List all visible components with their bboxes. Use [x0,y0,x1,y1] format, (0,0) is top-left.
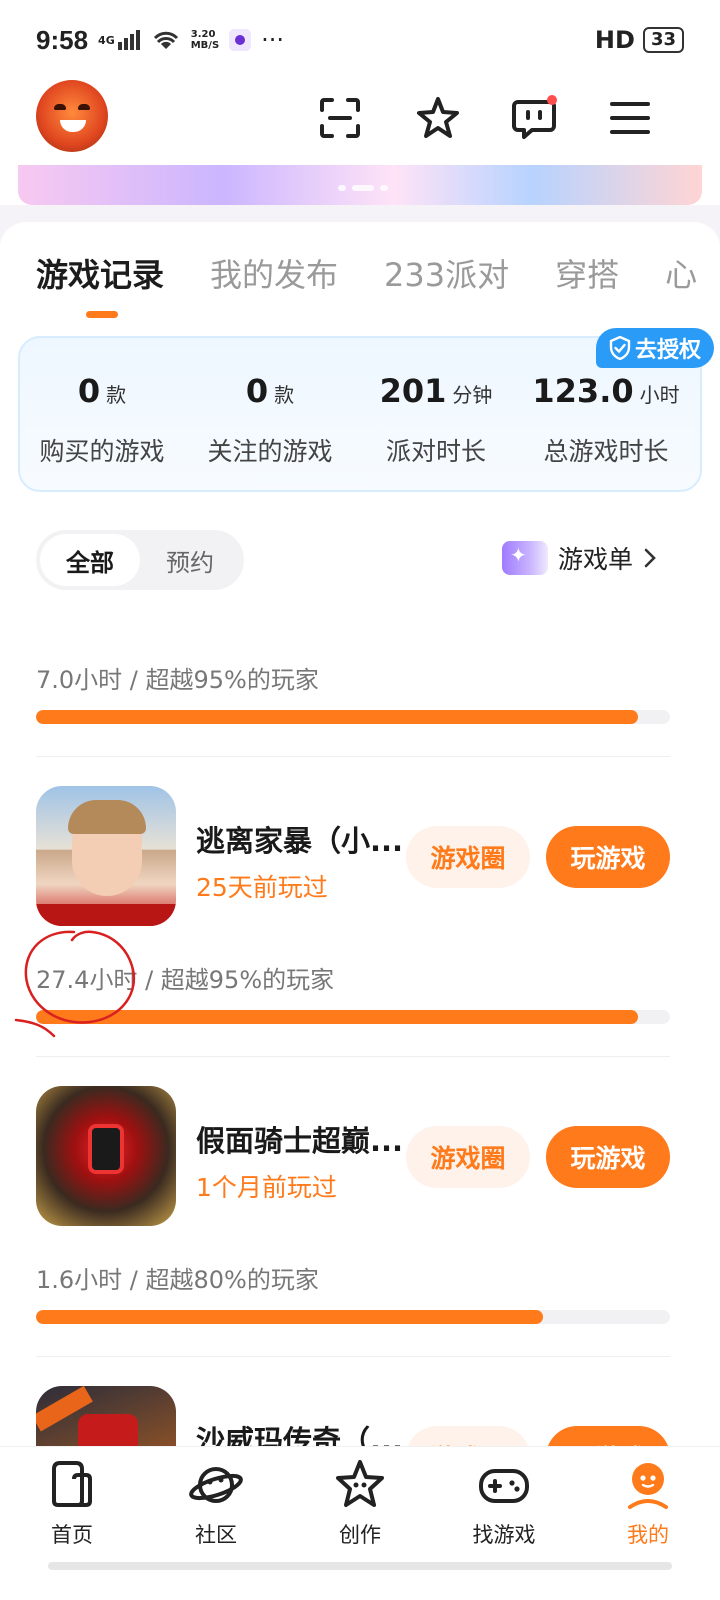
app-notification-icon [229,29,252,51]
authorize-button[interactable]: 去授权 [596,328,714,368]
filter-reserve[interactable]: 预约 [140,534,240,586]
nav-community[interactable]: 社区 [156,1457,276,1549]
nav-find-games[interactable]: 找游戏 [444,1457,564,1549]
stat-party-duration: 201 分钟 派对时长 [379,372,493,466]
nav-home[interactable]: 首页 [12,1457,132,1549]
tab-indicator [86,311,118,318]
playtime-stat: 1.6小时 / 超越80%的玩家 [36,1266,319,1294]
more-status: ··· [261,26,285,54]
playtime-bar [36,710,670,724]
stat-purchased-games: 0款 购买的游戏 [39,372,165,466]
list-item: 沙威玛传奇（... 游戏圈 玩游戏 [0,1356,720,1446]
list-item: 假面骑士超巅... 1个月前玩过 游戏圈 玩游戏 1.6小时 / 超越80%的玩… [0,1056,720,1357]
community-planet-icon [189,1466,243,1503]
scan-icon[interactable] [316,94,364,142]
play-game-button[interactable]: 玩游戏 [546,826,670,888]
list-item: 逃离家暴（小... 25天前玩过 游戏圈 玩游戏 27.4小时 / 超越95%的… [0,756,720,1057]
banner-pager [338,185,388,191]
playtime-bar [36,1010,670,1024]
play-game-button[interactable]: 玩游戏 [546,1126,670,1188]
game-title[interactable]: 逃离家暴（小... [196,818,408,860]
last-played: 25天前玩过 [196,873,328,902]
avatar[interactable] [36,80,108,152]
playtime-stat: 27.4小时 / 超越95%的玩家 [36,966,335,994]
chevron-right-icon [644,548,656,568]
battery-icon: 33 [642,27,684,53]
play-game-button[interactable]: 玩游戏 [546,1426,670,1446]
signal-icon: 4G [98,30,141,50]
message-icon[interactable] [510,94,558,142]
favorites-star-icon[interactable] [414,94,462,142]
status-time: 9:58 [36,24,89,55]
playtime-stat: 7.0小时 / 超越95%的玩家 [36,666,319,694]
status-bar: 9:58 4G 3.20 MB/S ··· HD 33 [0,0,720,80]
record-filter: 全部 预约 [36,530,244,590]
game-list-link[interactable]: 游戏单 [502,540,657,576]
tab-game-records[interactable]: 游戏记录 [36,250,164,296]
create-star-icon [336,1459,384,1507]
promo-banner[interactable] [18,165,702,205]
shield-check-icon [609,336,631,360]
game-title[interactable]: 沙威玛传奇（... [196,1418,408,1446]
last-played: 1个月前玩过 [196,1173,337,1202]
tab-more[interactable]: 心 [665,250,697,296]
nav-profile[interactable]: 我的 [588,1457,708,1549]
hd-indicator: HD [594,26,635,54]
game-title[interactable]: 假面骑士超巅... [196,1118,408,1160]
game-circle-button[interactable]: 游戏圈 [406,826,530,888]
game-thumbnail[interactable] [36,786,176,926]
tab-my-posts[interactable]: 我的发布 [210,250,338,296]
menu-icon[interactable] [606,94,654,142]
stat-followed-games: 0款 关注的游戏 [207,372,333,466]
profile-tabs: 游戏记录 我的发布 233派对 穿搭 心 [36,250,697,296]
nav-create[interactable]: 创作 [300,1457,420,1549]
home-indicator [48,1562,672,1570]
wifi-icon [153,31,178,49]
list-item: 7.0小时 / 超越95%的玩家 [0,606,720,757]
tab-outfits[interactable]: 穿搭 [555,250,619,296]
gamepad-icon [479,1468,529,1503]
filter-all[interactable]: 全部 [40,534,140,586]
game-record-list[interactable]: 7.0小时 / 超越95%的玩家 逃离家暴（小... 25天前玩过 游戏圈 玩游… [0,606,720,1446]
tab-233-party[interactable]: 233派对 [384,250,509,296]
home-icon [52,1460,92,1507]
game-circle-button[interactable]: 游戏圈 [406,1126,530,1188]
network-speed: 3.20 MB/S [190,29,220,51]
game-circle-button[interactable]: 游戏圈 [406,1426,530,1446]
bottom-nav: 首页 社区 创作 找游戏 我的 [0,1446,720,1558]
playtime-bar [36,1310,670,1324]
profile-icon [628,1462,668,1509]
game-list-icon [502,541,548,575]
game-thumbnail[interactable] [36,1086,176,1226]
profile-header [0,80,720,170]
stat-total-playtime: 123.0 小时 总游戏时长 [532,372,680,466]
game-thumbnail[interactable] [36,1386,176,1446]
